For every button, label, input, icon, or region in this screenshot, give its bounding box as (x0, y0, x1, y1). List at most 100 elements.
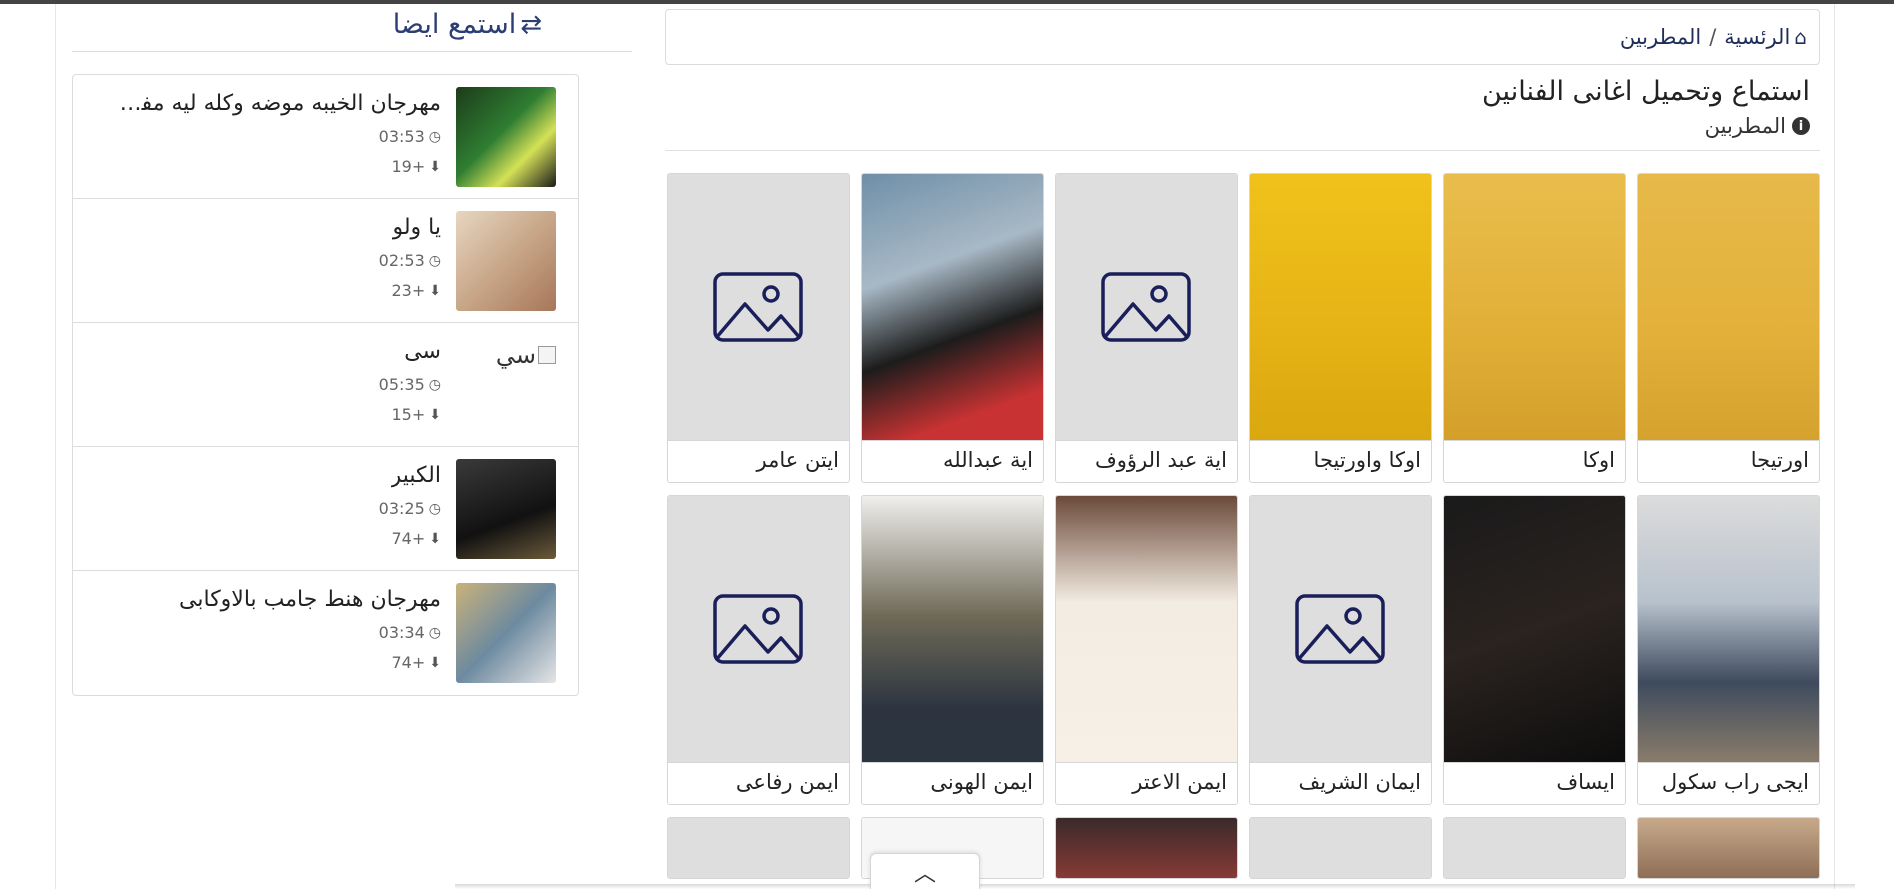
section-subtitle-text: المطربين (1704, 114, 1786, 138)
artist-card[interactable]: ايمن الهونى (861, 495, 1044, 805)
song-duration: ◷ 03:25 (379, 499, 441, 518)
downloads-text: +15 (391, 405, 426, 424)
download-icon: ⬇ (429, 530, 441, 547)
artist-image-placeholder[interactable] (668, 496, 849, 763)
artist-image[interactable] (862, 496, 1043, 763)
artist-name[interactable]: اوكا (1583, 448, 1615, 472)
expand-player-button[interactable]: ︿ (870, 853, 980, 889)
artist-card[interactable] (1443, 817, 1626, 879)
divider (665, 150, 1820, 151)
download-icon: ⬇ (429, 282, 441, 299)
clock-icon: ◷ (428, 252, 441, 269)
artist-card[interactable] (1249, 817, 1432, 879)
chevron-up-icon: ︿ (913, 861, 936, 887)
artist-card[interactable] (667, 817, 850, 879)
song-downloads: ⬇ +15 (392, 405, 442, 424)
artist-image[interactable] (1444, 174, 1625, 441)
artist-image-placeholder[interactable] (668, 174, 849, 441)
list-item[interactable]: الكبير ◷ 03:25 ⬇ +74 (73, 447, 578, 571)
song-title[interactable]: الكبير (391, 463, 441, 488)
artist-card[interactable]: اوكا واورتيجا (1249, 173, 1432, 483)
related-songs-list: مهرجان الخيبه موضه وكله ليه مفضل... ◷ 03:… (72, 74, 579, 696)
clock-icon: ◷ (428, 500, 441, 517)
artist-card[interactable]: ايجى راب سكول (1637, 495, 1820, 805)
artist-name[interactable]: اورتيجا (1751, 448, 1809, 472)
song-downloads: ⬇ +23 (392, 281, 442, 300)
song-downloads: ⬇ +74 (392, 653, 442, 672)
image-placeholder-icon (713, 272, 803, 342)
song-title[interactable]: مهرجان هنط جامب بالاوكابى (179, 587, 441, 612)
song-duration: ◷ 03:34 (379, 623, 441, 642)
artist-image[interactable] (862, 174, 1043, 441)
image-placeholder-icon (1101, 272, 1191, 342)
song-title[interactable]: سى (404, 339, 441, 364)
artist-image[interactable] (1250, 174, 1431, 441)
breadcrumb-home[interactable]: الرئسية (1724, 25, 1790, 49)
artist-card[interactable]: اية عبدالله (861, 173, 1044, 483)
artist-name[interactable]: ايمان الشريف (1299, 770, 1421, 794)
artist-image[interactable] (1638, 174, 1819, 441)
song-title[interactable]: يا ولو (392, 215, 441, 240)
broken-image-alt: سي (495, 341, 536, 369)
artist-image[interactable] (1056, 818, 1237, 878)
player-bar-edge (455, 884, 1855, 889)
artist-card[interactable]: اية عبد الرؤوف (1055, 173, 1238, 483)
artist-image[interactable] (1638, 818, 1819, 878)
list-item[interactable]: مهرجان الخيبه موضه وكله ليه مفضل... ◷ 03:… (73, 75, 578, 199)
section-subtitle: i المطربين (1705, 114, 1810, 138)
artist-image-placeholder[interactable] (1444, 818, 1625, 878)
downloads-text: +23 (391, 281, 426, 300)
breadcrumb-current: المطربين (1619, 25, 1702, 49)
artist-name[interactable]: اوكا واورتيجا (1314, 448, 1421, 472)
downloads-text: +19 (391, 157, 426, 176)
artist-name[interactable]: ايمن الاعتر (1132, 770, 1227, 794)
artist-name[interactable]: ايساف (1556, 770, 1615, 794)
info-icon: i (1792, 117, 1810, 135)
artist-name[interactable]: ايمن رفاعى (736, 770, 839, 794)
artist-card[interactable]: ايتن عامر (667, 173, 850, 483)
song-title[interactable]: مهرجان الخيبه موضه وكله ليه مفضل... (101, 91, 441, 116)
artist-card[interactable]: ايمن رفاعى (667, 495, 850, 805)
song-thumbnail[interactable] (456, 459, 556, 559)
sidebar-header: ⇄ استمع ايضا (72, 4, 632, 52)
song-duration: ◷ 05:35 (379, 375, 441, 394)
duration-text: 05:35 (378, 375, 425, 394)
artist-name[interactable]: ايتن عامر (757, 448, 839, 472)
artist-card[interactable]: ايمان الشريف (1249, 495, 1432, 805)
artist-name[interactable]: ايجى راب سكول (1662, 770, 1809, 794)
artist-image-placeholder[interactable] (1056, 174, 1237, 441)
duration-text: 03:53 (378, 127, 425, 146)
artist-card[interactable] (1637, 817, 1820, 879)
artist-image-placeholder[interactable] (1250, 818, 1431, 878)
downloads-text: +74 (391, 653, 426, 672)
artist-image-placeholder[interactable] (1250, 496, 1431, 763)
artist-name[interactable]: ايمن الهونى (930, 770, 1033, 794)
download-icon: ⬇ (429, 158, 441, 175)
artist-card[interactable]: اورتيجا (1637, 173, 1820, 483)
sidebar-title[interactable]: ⇄ استمع ايضا (393, 9, 542, 40)
artist-name[interactable]: اية عبد الرؤوف (1095, 448, 1227, 472)
image-placeholder-icon (713, 594, 803, 664)
song-thumbnail[interactable]: سي (456, 335, 556, 435)
image-placeholder-icon (1295, 594, 1385, 664)
list-item[interactable]: يا ولو ◷ 02:53 ⬇ +23 (73, 199, 578, 323)
artist-image[interactable] (1638, 496, 1819, 763)
artist-image[interactable] (1444, 496, 1625, 763)
artist-image-placeholder[interactable] (668, 818, 849, 878)
breadcrumb: ⌂ الرئسية / المطربين (665, 9, 1820, 65)
artist-card[interactable]: ايمن الاعتر (1055, 495, 1238, 805)
song-thumbnail[interactable] (456, 87, 556, 187)
artist-image[interactable] (1056, 496, 1237, 763)
song-thumbnail[interactable] (456, 211, 556, 311)
list-item[interactable]: مهرجان هنط جامب بالاوكابى ◷ 03:34 ⬇ +74 (73, 571, 578, 695)
broken-image-icon: سي (496, 341, 556, 369)
breadcrumb-separator: / (1709, 25, 1717, 49)
artist-card[interactable]: اوكا (1443, 173, 1626, 483)
list-item[interactable]: سي سى ◷ 05:35 ⬇ +15 (73, 323, 578, 447)
song-thumbnail[interactable] (456, 583, 556, 683)
artist-card[interactable]: ايساف (1443, 495, 1626, 805)
shuffle-icon: ⇄ (520, 9, 542, 40)
artist-name[interactable]: اية عبدالله (943, 448, 1033, 472)
artist-card[interactable] (1055, 817, 1238, 879)
home-icon[interactable]: ⌂ (1794, 25, 1807, 49)
